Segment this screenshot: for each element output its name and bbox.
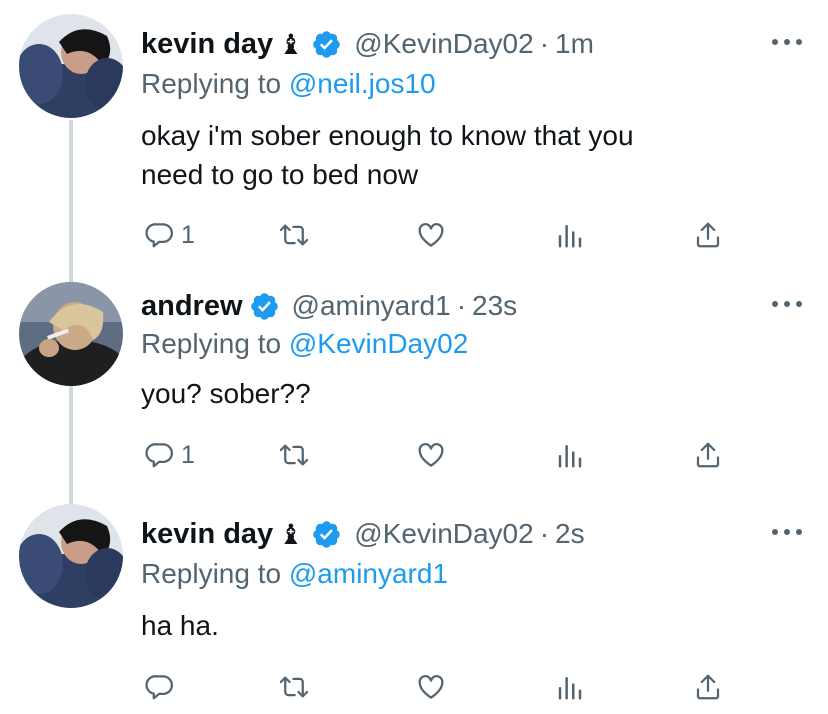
replying-prefix: Replying to	[141, 328, 289, 359]
replying-mention-link[interactable]: @KevinDay02	[289, 328, 468, 359]
heart-icon	[418, 443, 444, 467]
more-icon[interactable]	[772, 298, 802, 310]
user-handle[interactable]: @KevinDay02	[354, 28, 533, 60]
separator-dot: ·	[539, 518, 550, 549]
reply-button[interactable]	[145, 670, 175, 704]
timestamp[interactable]: 1m	[555, 28, 594, 60]
verified-badge-icon	[311, 519, 342, 550]
analytics-icon	[558, 677, 582, 700]
like-button[interactable]	[415, 438, 447, 472]
tweet-text: you? sober??	[141, 374, 781, 413]
heart-icon	[418, 223, 444, 247]
share-icon	[696, 674, 720, 700]
analytics-icon	[558, 445, 582, 468]
user-handle[interactable]: @aminyard1	[292, 290, 451, 322]
replying-mention-link[interactable]: @aminyard1	[289, 558, 448, 589]
retweet-icon	[279, 676, 309, 698]
tweet-header: andrew @aminyard1 · 23s	[141, 286, 517, 326]
replying-to: Replying to @neil.jos10	[141, 68, 436, 100]
avatar[interactable]	[19, 282, 123, 386]
tweet-text-line: okay i'm sober enough to know that you	[141, 120, 634, 151]
avatar[interactable]	[19, 14, 123, 118]
timestamp[interactable]: 2s	[555, 518, 585, 550]
tweet-actions: 1	[141, 218, 741, 252]
display-name[interactable]: andrew	[141, 290, 243, 323]
tweet-text-line: need to go to bed now	[141, 159, 419, 190]
tweet-header: kevin day ♝ @KevinDay02 · 1m	[141, 24, 594, 64]
reply-count: 1	[181, 440, 195, 469]
views-button[interactable]	[555, 218, 585, 252]
heart-icon	[418, 675, 444, 699]
reply-button[interactable]: 1	[145, 438, 195, 472]
separator-dot: ·	[456, 290, 467, 321]
share-button[interactable]	[693, 670, 723, 704]
timestamp[interactable]: 23s	[472, 290, 517, 322]
tweet-actions: 1	[141, 438, 741, 472]
share-icon	[696, 442, 720, 468]
reply-count: 1	[181, 220, 195, 249]
retweet-icon	[279, 224, 309, 246]
reply-button[interactable]: 1	[145, 218, 195, 252]
user-handle[interactable]: @KevinDay02	[354, 518, 533, 550]
tweet-text: okay i'm sober enough to know that you n…	[141, 116, 781, 194]
verified-badge-icon	[249, 291, 280, 322]
replying-to: Replying to @KevinDay02	[141, 328, 468, 360]
tweet-actions	[141, 670, 741, 704]
tweet-text-line: ha ha.	[141, 610, 219, 641]
reply-icon	[145, 675, 173, 700]
share-button[interactable]	[693, 438, 723, 472]
like-button[interactable]	[415, 218, 447, 252]
avatar[interactable]	[19, 504, 123, 608]
replying-prefix: Replying to	[141, 68, 289, 99]
separator-dot: ·	[539, 28, 550, 59]
chess-bishop-emoji: ♝	[278, 28, 304, 60]
share-button[interactable]	[693, 218, 723, 252]
tweet[interactable]: andrew @aminyard1 · 23s Replying to @Kev…	[0, 270, 828, 500]
reply-icon	[145, 443, 173, 468]
retweet-button[interactable]	[277, 670, 311, 704]
retweet-icon	[279, 444, 309, 466]
like-button[interactable]	[415, 670, 447, 704]
replying-mention-link[interactable]: @neil.jos10	[289, 68, 436, 99]
views-button[interactable]	[555, 670, 585, 704]
views-button[interactable]	[555, 438, 585, 472]
tweet-header: kevin day ♝ @KevinDay02 · 2s	[141, 514, 585, 554]
display-name[interactable]: kevin day	[141, 28, 273, 61]
tweet-text: ha ha.	[141, 606, 781, 645]
reply-icon	[145, 223, 173, 248]
replying-to: Replying to @aminyard1	[141, 558, 448, 590]
more-icon[interactable]	[772, 526, 802, 538]
retweet-button[interactable]	[277, 218, 311, 252]
retweet-button[interactable]	[277, 438, 311, 472]
tweet[interactable]: kevin day ♝ @KevinDay02 · 1m Replying to…	[0, 0, 828, 270]
verified-badge-icon	[311, 29, 342, 60]
replying-prefix: Replying to	[141, 558, 289, 589]
chess-bishop-emoji: ♝	[278, 518, 304, 550]
tweet-text-line: you? sober??	[141, 378, 311, 409]
more-icon[interactable]	[772, 36, 802, 48]
share-icon	[696, 222, 720, 248]
display-name[interactable]: kevin day	[141, 518, 273, 551]
tweet[interactable]: kevin day ♝ @KevinDay02 · 2s Replying to…	[0, 500, 828, 714]
analytics-icon	[558, 225, 582, 248]
